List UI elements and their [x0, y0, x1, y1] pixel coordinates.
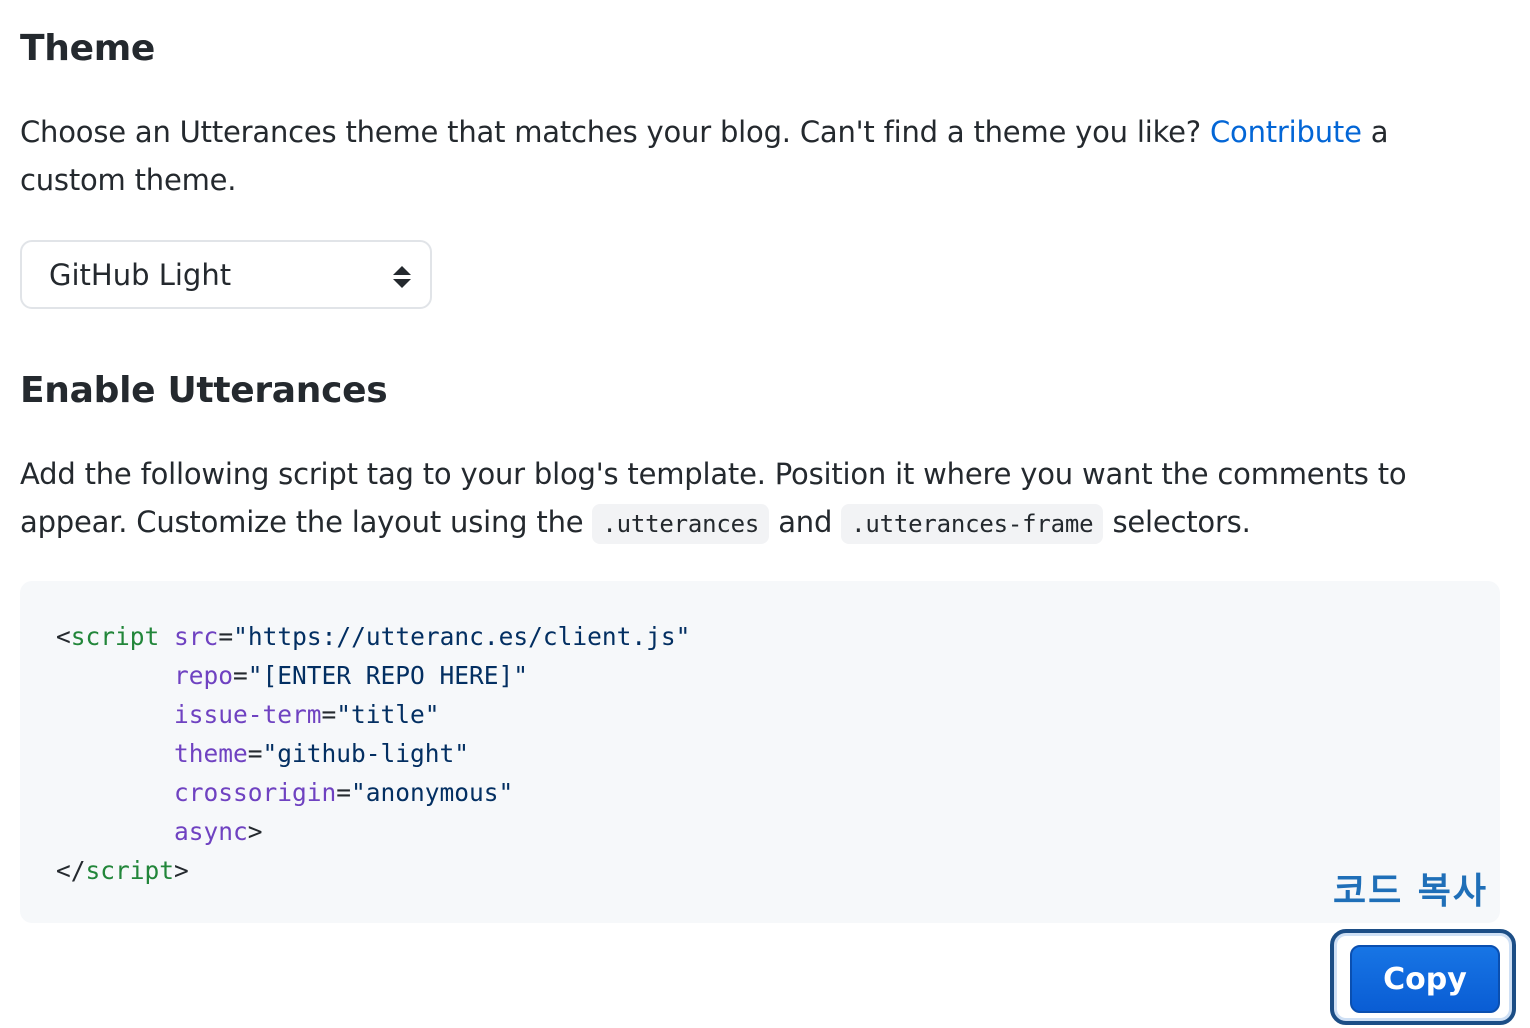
code-theme-attr: theme — [174, 739, 248, 768]
theme-heading: Theme — [20, 28, 156, 69]
enable-description-and: and — [769, 505, 842, 539]
code-open-tag: script — [70, 622, 160, 651]
code-theme-value: "github-light" — [262, 739, 470, 768]
theme-select-value: GitHub Light — [49, 257, 232, 292]
copy-code-annotation: 코드 복사 — [1333, 871, 1489, 912]
theme-description: Choose an Utterances theme that matches … — [20, 108, 1500, 204]
select-arrows-icon — [393, 266, 411, 288]
inline-code-utterances-frame: .utterances-frame — [841, 504, 1104, 544]
code-repo-attr: repo — [174, 661, 234, 690]
contribute-link[interactable]: Contribute — [1210, 115, 1362, 149]
code-src-attr: src — [174, 622, 219, 651]
code-repo-value: "[ENTER REPO HERE]" — [247, 661, 529, 690]
code-src-value: "https://utteranc.es/client.js" — [233, 622, 691, 651]
theme-description-text: Choose an Utterances theme that matches … — [20, 115, 1210, 149]
code-async-attr: async — [174, 817, 248, 846]
code-issue-value: "title" — [336, 700, 440, 729]
code-block: <script src="https://utteranc.es/client.… — [20, 581, 1500, 923]
inline-code-utterances: .utterances — [592, 504, 770, 544]
copy-button[interactable]: Copy — [1350, 945, 1500, 1013]
code-cross-value: "anonymous" — [351, 778, 514, 807]
enable-description: Add the following script tag to your blo… — [20, 450, 1520, 548]
code-close-tag: script — [85, 856, 175, 885]
code-cross-attr: crossorigin — [174, 778, 337, 807]
enable-heading: Enable Utterances — [20, 370, 388, 411]
enable-description-end: selectors. — [1103, 505, 1251, 539]
code-issue-attr: issue-term — [174, 700, 322, 729]
theme-select[interactable]: GitHub Light — [20, 240, 432, 309]
script-snippet: <script src="https://utteranc.es/client.… — [56, 622, 691, 885]
